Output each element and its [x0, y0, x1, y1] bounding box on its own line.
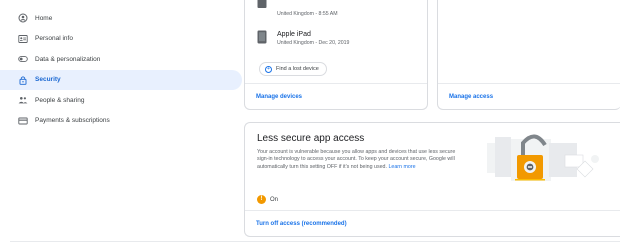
padlock-illustration-icon: [479, 129, 607, 189]
manage-devices-link[interactable]: Manage devices: [256, 94, 302, 100]
find-lost-device-button[interactable]: + Find a lost device: [259, 62, 327, 76]
plus-circle-icon: +: [265, 65, 272, 73]
sidebar-item-people-sharing[interactable]: People & sharing: [0, 90, 242, 110]
device-name: Apple iPad: [277, 31, 311, 38]
device-meta: United Kingdom - 8:55 AM: [277, 11, 338, 17]
sidebar-item-payments[interactable]: Payments & subscriptions: [0, 111, 242, 131]
id-card-icon: [18, 34, 28, 44]
sidebar-nav: Home Personal info Data & personalizatio…: [0, 8, 242, 131]
devices-card-footer: Manage devices: [245, 83, 427, 109]
sidebar-item-security[interactable]: Security: [0, 69, 242, 90]
sidebar-item-label: Data & personalization: [35, 55, 101, 63]
access-card-footer: Manage access: [438, 83, 620, 109]
sidebar-item-label: Security: [35, 76, 61, 83]
card-description: Your account is vulnerable because you a…: [257, 149, 459, 171]
tablet-icon: [257, 30, 267, 44]
sidebar-item-home[interactable]: Home: [0, 8, 242, 28]
divider: [10, 241, 620, 242]
sidebar-item-data-personalization[interactable]: Data & personalization: [0, 49, 242, 69]
sidebar-item-label: Home: [35, 14, 53, 22]
less-secure-card-footer: Turn off access (recommended): [245, 210, 620, 237]
turn-off-access-link[interactable]: Turn off access (recommended): [256, 221, 347, 227]
description-text: Your account is vulnerable because you a…: [257, 149, 456, 170]
people-icon: [18, 95, 28, 105]
learn-more-link[interactable]: Learn more: [388, 164, 415, 170]
find-lost-device-label: Find a lost device: [276, 66, 319, 72]
third-party-access-card: Manage access: [437, 0, 620, 110]
less-secure-app-access-card: Less secure app access Your account is v…: [244, 122, 620, 237]
devices-card: United Kingdom - 8:55 AM Apple iPad Unit…: [244, 0, 428, 110]
phone-icon: [257, 0, 267, 14]
home-icon: [18, 13, 28, 23]
warning-icon: !: [257, 195, 266, 204]
sidebar-item-personal-info[interactable]: Personal info: [0, 29, 242, 49]
sidebar-item-label: People & sharing: [35, 96, 85, 104]
status-indicator: ! On: [257, 195, 278, 204]
lock-icon: [18, 75, 28, 85]
manage-access-link[interactable]: Manage access: [449, 94, 493, 100]
credit-card-icon: [18, 116, 28, 126]
device-row: Apple iPad United Kingdom - Dec 20, 2019: [257, 30, 349, 47]
sidebar-item-label: Payments & subscriptions: [35, 117, 110, 124]
sidebar-item-label: Personal info: [35, 35, 73, 42]
card-title: Less secure app access: [257, 133, 365, 144]
status-text: On: [270, 196, 279, 203]
device-meta: United Kingdom - Dec 20, 2019: [277, 40, 350, 46]
toggle-icon: [18, 54, 28, 64]
device-row: United Kingdom - 8:55 AM: [257, 0, 338, 18]
